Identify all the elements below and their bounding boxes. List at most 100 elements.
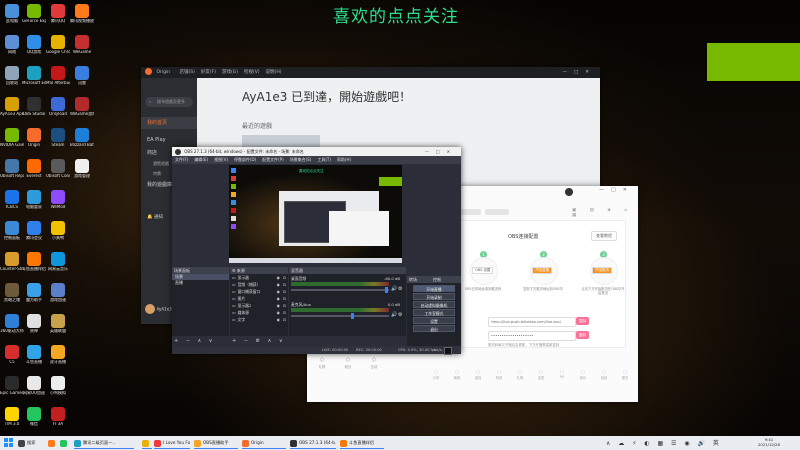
origin-nav-home[interactable]: 我的首頁 [141, 117, 197, 129]
assistant-tool-icons[interactable]: ▣ ▤ ◈ ⌂ ▦ [572, 208, 638, 218]
desktop-icon[interactable]: 控制面板 [0, 220, 24, 250]
assistant-tab[interactable] [485, 209, 509, 215]
desktop-icon[interactable]: WeMod [46, 189, 70, 219]
desktop-icon[interactable]: MSI Afterburner [46, 65, 70, 95]
desktop-icon[interactable]: Microsoft Edge [22, 65, 46, 95]
visibility-icon[interactable]: ◉ [277, 288, 280, 295]
maximize-icon[interactable]: □ [436, 149, 447, 154]
desktop-icon[interactable]: 魔方助手 [22, 282, 46, 312]
taskbar-item[interactable]: I Love You Foreve [154, 438, 190, 449]
desktop-icon[interactable]: 游戏管理 [70, 158, 94, 188]
assistant-tool-button[interactable]: ◌ 连麦 [532, 369, 550, 380]
taskbar-item[interactable] [60, 438, 70, 448]
visibility-icon[interactable]: ◉ [277, 295, 280, 302]
desktop-icon[interactable]: 虎牙直播 [46, 344, 70, 374]
copy-server-button[interactable]: 复制 [576, 317, 589, 325]
desktop-icon[interactable]: 电脑管家 [22, 189, 46, 219]
desktop-icon[interactable]: 微信 [22, 406, 46, 436]
origin-menu-item[interactable]: 检视(V) [244, 70, 260, 75]
assistant-tool-button[interactable]: ◌ 更多 [616, 369, 634, 380]
source-item[interactable]: ▭ 显示器 ◉ ⊡ [230, 274, 288, 281]
source-item[interactable]: ▭ 图片 ◉ ⊡ [230, 295, 288, 302]
obs-menu-item[interactable]: 停靠部件(D) [234, 157, 256, 162]
gear-icon[interactable]: ⚙ [398, 312, 402, 318]
desktop-icon[interactable]: 小黄鸭 [46, 220, 70, 250]
desktop-icon[interactable]: 回收站 [0, 65, 24, 95]
lock-icon[interactable]: ⊡ [283, 288, 286, 295]
close-icon[interactable]: ✕ [585, 70, 596, 75]
lock-icon[interactable]: ⊡ [283, 309, 286, 316]
start-virtual-camera-button[interactable]: 启动虚拟摄像机 [413, 301, 455, 308]
speaker-icon[interactable]: 🔊 [391, 286, 397, 292]
origin-nav-eaplay[interactable]: EA Play [141, 133, 197, 147]
desktop-icon[interactable]: 黑暗之魂 [0, 282, 24, 312]
gear-icon[interactable]: ⚙ [398, 286, 402, 292]
lock-icon[interactable]: ⊡ [283, 281, 286, 288]
volume-slider-handle[interactable] [351, 313, 354, 319]
obs-menu-item[interactable]: 文件(F) [175, 157, 188, 162]
desktop-icon[interactable]: Steam [46, 127, 70, 157]
assistant-tool-button[interactable]: ◌ 音乐 [574, 369, 592, 380]
volume-slider[interactable] [291, 289, 389, 291]
desktop-icon[interactable]: OBS Studio [22, 96, 46, 126]
visibility-icon[interactable]: ◉ [277, 274, 280, 281]
taskbar-item[interactable] [48, 438, 58, 448]
desktop-icon[interactable]: 腾讯会议 [22, 220, 46, 250]
source-item[interactable]: ▭ 音频（捕获） ◉ ⊡ [230, 281, 288, 288]
studio-mode-button[interactable]: 工作室模式 [413, 309, 455, 316]
start-streaming-button[interactable]: 开始直播 [413, 285, 455, 292]
taskbar-item[interactable] [142, 438, 152, 449]
origin-menu-item[interactable]: 店铺(S) [179, 70, 194, 75]
desktop-icon[interactable]: GeForce Experience [22, 3, 46, 33]
origin-menu-item[interactable]: 好友(F) [201, 70, 216, 75]
desktop-icon[interactable]: 小鸡模拟 [46, 375, 70, 405]
source-item[interactable]: ▭ 显示器2 ◉ ⊡ [230, 302, 288, 309]
start-recording-button[interactable]: 开始录制 [413, 293, 455, 300]
taskbar-item[interactable]: 搜索 [18, 438, 42, 448]
lock-icon[interactable]: ⊡ [283, 302, 286, 309]
source-item[interactable]: ▭ 文字 ◉ ⊡ [230, 316, 288, 323]
desktop-icon[interactable]: Blizzard Battle [70, 127, 94, 157]
lock-icon[interactable]: ⊡ [283, 274, 286, 281]
assistant-tool-button[interactable]: ◌ 分享 [427, 369, 445, 380]
desktop-icon[interactable]: 原神 [22, 313, 46, 343]
maximize-icon[interactable]: □ [611, 187, 623, 193]
desktop-icon[interactable]: 游戏加速 [46, 282, 70, 312]
lock-icon[interactable]: ⊡ [283, 295, 286, 302]
desktop-icon[interactable]: 英雄联盟 [46, 313, 70, 343]
assistant-side-button[interactable]: ◇ 互动 [363, 356, 385, 369]
assistant-tool-button[interactable]: ◌ 贴纸 [595, 369, 613, 380]
desktop-icon[interactable]: AyA1e3 Apk [0, 96, 24, 126]
desktop-icon[interactable]: Ubisoft Connect [46, 158, 70, 188]
view-tutorial-button[interactable]: 查看教程 [591, 231, 617, 241]
desktop-icon[interactable]: Epic Games Launcher [0, 375, 24, 405]
start-icon[interactable] [4, 438, 13, 447]
close-icon[interactable]: ✕ [447, 149, 457, 154]
source-item[interactable]: ▭ 媒体源 ◉ ⊡ [230, 309, 288, 316]
assistant-side-button[interactable]: ◇ 粉丝 [337, 356, 359, 369]
desktop-icon[interactable]: Everest [22, 158, 46, 188]
minimize-icon[interactable]: — [562, 70, 574, 75]
visibility-icon[interactable]: ◉ [277, 302, 280, 309]
taskbar-item[interactable]: 斗鱼直播伴侣 [340, 438, 384, 449]
exit-button[interactable]: 退出 [413, 325, 455, 332]
obs-menu-item[interactable]: 编辑(E) [194, 157, 208, 162]
volume-slider-handle[interactable] [385, 287, 388, 293]
desktop-icon[interactable]: WeGame [70, 34, 94, 64]
clock[interactable]: 9:41 2021/12/28 [758, 437, 780, 447]
taskbar-item[interactable]: Origin [242, 438, 286, 449]
desktop-icon[interactable]: 斗鱼直播伴侣 [22, 251, 46, 281]
visibility-icon[interactable]: ◉ [277, 309, 280, 316]
desktop-icon[interactable]: Ubisoft Repair [0, 158, 24, 188]
close-icon[interactable]: ✕ [623, 187, 634, 193]
obs-menu-item[interactable]: 帮助(H) [337, 157, 351, 162]
server-address-field[interactable]: rtmp://live-push.bilivideo.com/live-bvc/ [488, 317, 576, 327]
origin-menu-item[interactable]: 说明(H) [266, 70, 282, 75]
settings-button[interactable]: 设置 [413, 317, 455, 324]
desktop-icon[interactable]: ICBCS [0, 189, 24, 219]
desktop-icon[interactable]: 斗鱼直播 [22, 344, 46, 374]
visibility-icon[interactable]: ◉ [277, 316, 280, 323]
desktop-icon[interactable]: 腾讯视频播放器 [70, 3, 94, 33]
desktop-icon[interactable]: Counter-Strike Global Off [0, 251, 24, 281]
system-tray-icons[interactable]: ∧ ☁ ⚡ ◐ ▦ ☰ ◉ 🔊 英 [606, 438, 722, 447]
